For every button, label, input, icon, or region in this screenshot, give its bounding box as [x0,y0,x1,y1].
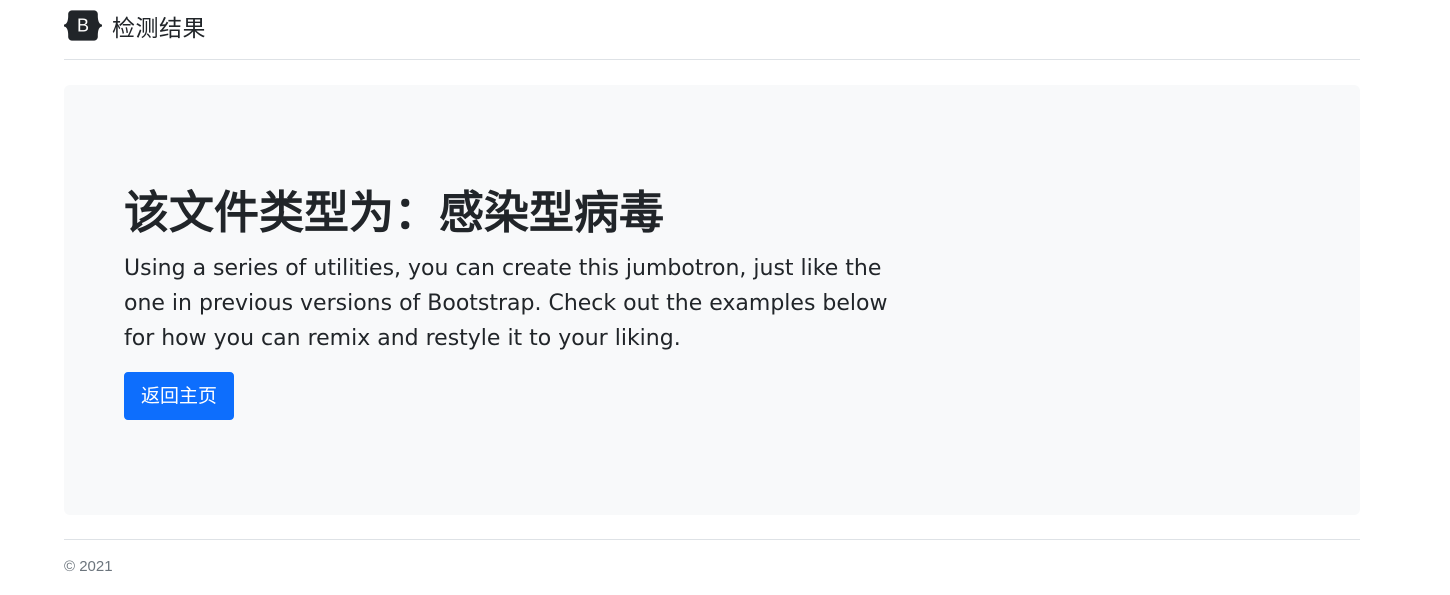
copyright-text: © 2021 [64,558,113,575]
bootstrap-logo-icon: B [64,10,102,41]
footer: © 2021 [64,539,1360,575]
brand-link[interactable]: B 检测结果 [64,9,206,43]
page-container: B 检测结果 该文件类型为：感染型病毒 Using a series of ut… [64,0,1360,575]
brand-letter: B [77,16,89,36]
brand-title: 检测结果 [112,15,206,42]
header: B 检测结果 [64,0,1360,60]
result-description: Using a series of utilities, you can cre… [124,256,888,351]
return-home-button[interactable]: 返回主页 [124,372,235,420]
jumbotron-content: 该文件类型为：感染型病毒 Using a series of utilities… [124,185,924,420]
result-title: 该文件类型为：感染型病毒 [124,186,665,239]
jumbotron: 该文件类型为：感染型病毒 Using a series of utilities… [64,85,1360,515]
